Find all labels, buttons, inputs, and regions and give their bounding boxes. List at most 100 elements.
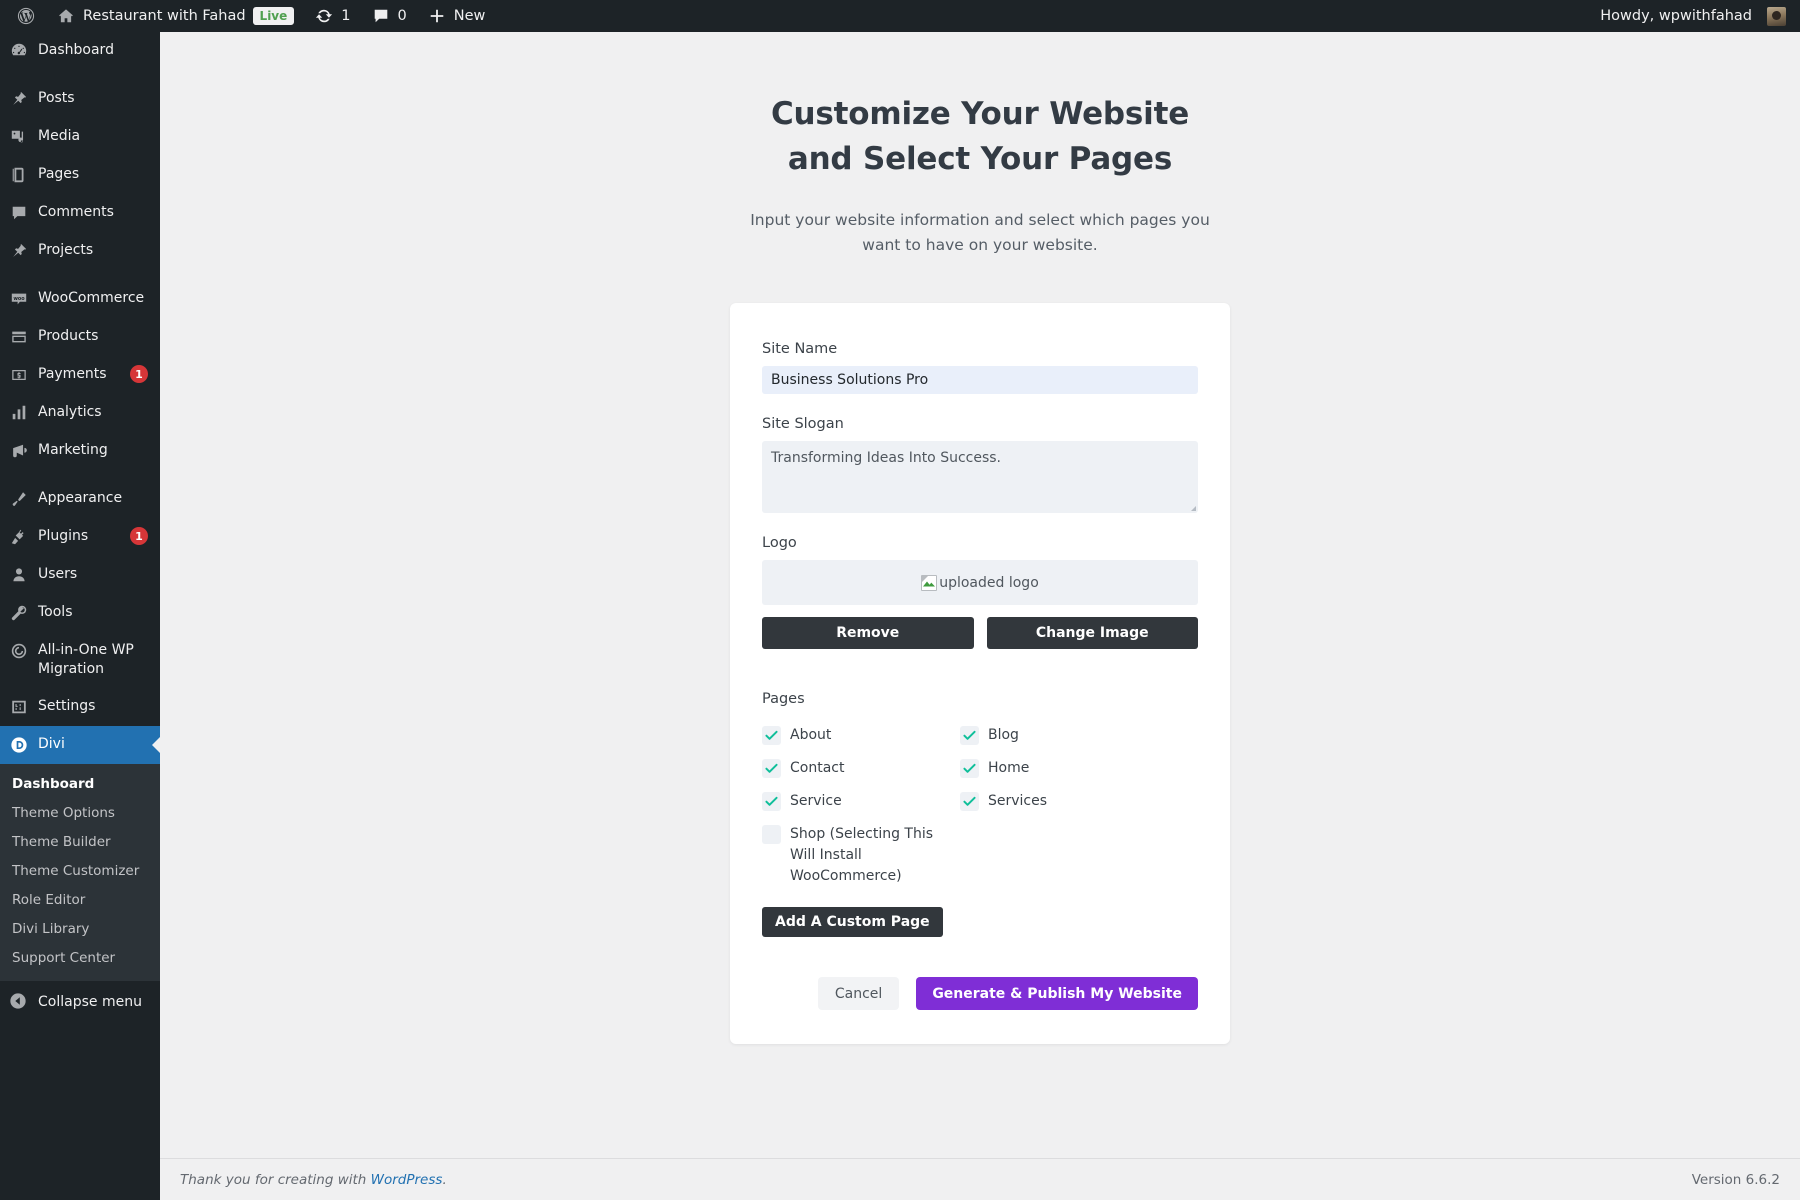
sidebar-item-all-in-one-wp-migration[interactable]: All-in-One WP Migration bbox=[0, 632, 160, 688]
comment-icon bbox=[371, 8, 391, 25]
checkbox-checked-icon[interactable] bbox=[762, 726, 781, 745]
admin-bar: Restaurant with Fahad Live 1 0 New Howdy… bbox=[0, 0, 1800, 32]
site-slogan-textarea[interactable]: Transforming Ideas Into Success. bbox=[762, 441, 1198, 513]
footer-thankyou-text: Thank you for creating with WordPress. bbox=[180, 1172, 447, 1188]
checkbox-checked-icon[interactable] bbox=[960, 726, 979, 745]
site-name-label: Site Name bbox=[762, 341, 838, 357]
sidebar-item-label: Analytics bbox=[38, 404, 102, 420]
submenu-item-divi-library[interactable]: Divi Library bbox=[0, 915, 160, 944]
wordpress-version-label: Version 6.6.2 bbox=[1691, 1171, 1780, 1188]
pin-icon bbox=[9, 89, 29, 109]
plus-icon bbox=[427, 8, 447, 25]
sidebar-item-woocommerce[interactable]: woo WooCommerce bbox=[0, 280, 160, 318]
sidebar-item-media[interactable]: Media bbox=[0, 118, 160, 156]
comments-menu[interactable]: 0 bbox=[361, 0, 417, 32]
payments-icon bbox=[9, 365, 29, 385]
updates-count: 1 bbox=[341, 8, 351, 24]
sidebar-item-dashboard[interactable]: Dashboard bbox=[0, 32, 160, 70]
checkbox-checked-icon[interactable] bbox=[960, 759, 979, 778]
remove-logo-button[interactable]: Remove bbox=[762, 617, 974, 649]
cancel-button[interactable]: Cancel bbox=[817, 977, 900, 1010]
collapse-menu-button[interactable]: Collapse menu bbox=[0, 981, 160, 1023]
sidebar-item-label: Dashboard bbox=[38, 42, 114, 58]
divi-icon bbox=[9, 735, 29, 755]
wp-logo-menu[interactable] bbox=[6, 0, 46, 32]
sidebar-item-label: Divi bbox=[38, 736, 65, 752]
analytics-icon bbox=[9, 403, 29, 423]
sidebar-item-pages[interactable]: Pages bbox=[0, 156, 160, 194]
submenu-item-theme-customizer[interactable]: Theme Customizer bbox=[0, 857, 160, 886]
checkbox-checked-icon[interactable] bbox=[960, 792, 979, 811]
broken-image-icon bbox=[921, 574, 938, 591]
sidebar-item-projects[interactable]: Projects bbox=[0, 232, 160, 270]
sidebar-item-comments[interactable]: Comments bbox=[0, 194, 160, 232]
change-image-button[interactable]: Change Image bbox=[986, 617, 1198, 649]
new-content-label: New bbox=[453, 8, 486, 24]
pages-icon bbox=[9, 165, 29, 185]
sidebar-item-payments[interactable]: Payments 1 bbox=[0, 356, 160, 394]
submenu-item-theme-builder[interactable]: Theme Builder bbox=[0, 828, 160, 857]
tools-icon bbox=[9, 603, 29, 623]
page-label: Home bbox=[988, 760, 1030, 776]
collapse-arrow-icon bbox=[9, 992, 29, 1012]
page-checkbox-contact[interactable]: Contact bbox=[762, 752, 960, 785]
sidebar-item-marketing[interactable]: Marketing bbox=[0, 432, 160, 470]
pages-checkbox-grid: About Blog Contact Home Service Services… bbox=[762, 719, 1198, 893]
products-icon bbox=[9, 327, 29, 347]
sidebar-item-settings[interactable]: Settings bbox=[0, 688, 160, 726]
page-checkbox-about[interactable]: About bbox=[762, 719, 960, 752]
sidebar-item-label: Comments bbox=[38, 204, 114, 220]
add-custom-page-button[interactable]: Add A Custom Page bbox=[762, 907, 943, 937]
sidebar-item-label: Projects bbox=[38, 242, 94, 258]
sidebar-item-label: Settings bbox=[38, 698, 96, 714]
checkbox-checked-icon[interactable] bbox=[762, 759, 781, 778]
site-name-menu[interactable]: Restaurant with Fahad Live bbox=[46, 0, 304, 32]
page-checkbox-services[interactable]: Services bbox=[960, 785, 1158, 818]
sidebar-item-label: Media bbox=[38, 128, 81, 144]
sidebar-item-label: Marketing bbox=[38, 442, 108, 458]
sidebar-item-posts[interactable]: Posts bbox=[0, 80, 160, 118]
menu-separator bbox=[0, 270, 160, 280]
sidebar-item-products[interactable]: Products bbox=[0, 318, 160, 356]
footer-thanks-suffix: . bbox=[442, 1171, 447, 1188]
wordpress-link[interactable]: WordPress bbox=[371, 1172, 443, 1188]
sidebar-item-appearance[interactable]: Appearance bbox=[0, 480, 160, 518]
page-subtitle: Input your website information and selec… bbox=[750, 211, 1210, 254]
site-name-input[interactable]: Business Solutions Pro bbox=[762, 366, 1198, 394]
sidebar-item-label: WooCommerce bbox=[38, 290, 145, 306]
updates-menu[interactable]: 1 bbox=[304, 0, 360, 32]
sidebar-item-users[interactable]: Users bbox=[0, 556, 160, 594]
wizard-form-card: Site Name Business Solutions Pro Site Sl… bbox=[730, 303, 1230, 1044]
page-checkbox-home[interactable]: Home bbox=[960, 752, 1158, 785]
generate-publish-button[interactable]: Generate & Publish My Website bbox=[916, 977, 1198, 1010]
page-checkbox-shop[interactable]: Shop (Selecting This Will Install WooCom… bbox=[762, 818, 960, 893]
my-account-menu[interactable]: Howdy, wpwithfahad bbox=[1590, 0, 1786, 32]
main-content-area: Customize Your Website and Select Your P… bbox=[160, 32, 1800, 1200]
page-checkbox-service[interactable]: Service bbox=[762, 785, 960, 818]
page-label: Shop (Selecting This Will Install WooCom… bbox=[790, 826, 934, 884]
plugins-badge-count: 1 bbox=[130, 527, 148, 545]
submenu-item-support-center[interactable]: Support Center bbox=[0, 944, 160, 973]
sidebar-item-label: Payments bbox=[38, 366, 107, 382]
checkbox-checked-icon[interactable] bbox=[762, 792, 781, 811]
logo-label: Logo bbox=[762, 535, 797, 551]
dashboard-icon bbox=[9, 41, 29, 61]
new-content-menu[interactable]: New bbox=[417, 0, 496, 32]
sidebar-item-tools[interactable]: Tools bbox=[0, 594, 160, 632]
sidebar-item-divi[interactable]: Divi bbox=[0, 726, 160, 764]
page-checkbox-blog[interactable]: Blog bbox=[960, 719, 1158, 752]
submenu-item-theme-options[interactable]: Theme Options bbox=[0, 799, 160, 828]
logo-alt-text: uploaded logo bbox=[939, 574, 1039, 591]
page-label: Service bbox=[790, 793, 842, 809]
menu-separator bbox=[0, 470, 160, 480]
wordpress-logo-icon bbox=[16, 6, 36, 26]
pages-section-label: Pages bbox=[762, 691, 805, 707]
submenu-item-role-editor[interactable]: Role Editor bbox=[0, 886, 160, 915]
submenu-item-dashboard[interactable]: Dashboard bbox=[0, 770, 160, 799]
menu-separator bbox=[0, 70, 160, 80]
sidebar-item-plugins[interactable]: Plugins 1 bbox=[0, 518, 160, 556]
page-label: Services bbox=[988, 793, 1048, 809]
sidebar-item-analytics[interactable]: Analytics bbox=[0, 394, 160, 432]
checkbox-unchecked-icon[interactable] bbox=[762, 825, 781, 844]
page-label: Contact bbox=[790, 760, 845, 776]
